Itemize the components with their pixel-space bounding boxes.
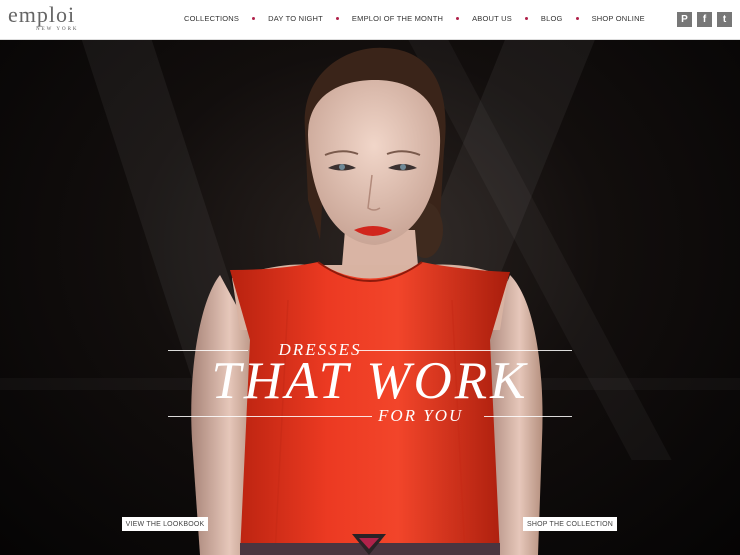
view-lookbook-button[interactable]: VIEW THE LOOKBOOK <box>122 517 208 531</box>
brand-logo[interactable]: emploi NEW YORK <box>8 4 88 36</box>
nav-separator <box>456 17 460 20</box>
brand-tagline: NEW YORK <box>36 27 79 32</box>
hero-banner: DRESSES THAT WORK FOR YOU VIEW THE LOOKB… <box>0 40 740 555</box>
nav-item-emploi-of-the-month[interactable]: EMPLOI OF THE MONTH <box>352 14 443 23</box>
headline-rule-bottom-right <box>484 416 572 417</box>
headline-for-you: FOR YOU <box>378 406 464 425</box>
nav-separator <box>335 17 339 20</box>
nav-item-about-us[interactable]: ABOUT US <box>472 14 512 23</box>
model-photo <box>191 47 543 555</box>
social-links: P f t <box>677 12 732 27</box>
twitter-icon[interactable]: t <box>717 12 732 27</box>
headline-that-work: THAT WORK <box>211 352 529 410</box>
shop-collection-button[interactable]: SHOP THE COLLECTION <box>523 517 617 531</box>
headline-rule-bottom-left <box>168 416 372 417</box>
scroll-down-arrow-icon[interactable] <box>352 534 386 555</box>
nav-item-collections[interactable]: COLLECTIONS <box>184 14 239 23</box>
site-header: emploi NEW YORK COLLECTIONS DAY TO NIGHT… <box>0 0 740 40</box>
nav-item-blog[interactable]: BLOG <box>541 14 563 23</box>
nav-item-day-to-night[interactable]: DAY TO NIGHT <box>268 14 323 23</box>
brand-name: emploi <box>8 2 76 27</box>
hero-headline: DRESSES THAT WORK FOR YOU <box>168 340 572 425</box>
nav-item-shop-online[interactable]: SHOP ONLINE <box>592 14 645 23</box>
nav-separator <box>252 17 256 20</box>
facebook-icon[interactable]: f <box>697 12 712 27</box>
pinterest-icon[interactable]: P <box>677 12 692 27</box>
main-nav: COLLECTIONS DAY TO NIGHT EMPLOI OF THE M… <box>184 14 645 23</box>
nav-separator <box>524 17 528 20</box>
nav-separator <box>575 17 579 20</box>
